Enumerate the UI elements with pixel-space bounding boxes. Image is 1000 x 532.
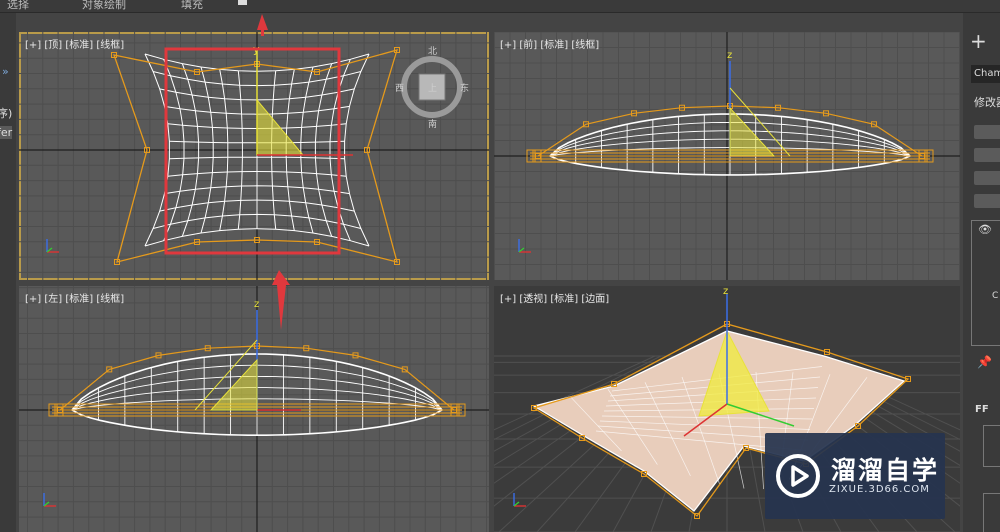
menu-item-populate[interactable]: 填充 <box>181 0 203 12</box>
eye-icon[interactable]: 👁 <box>978 223 992 236</box>
left-panel-text-1: 序) <box>0 107 13 120</box>
viewcube-north: 北 <box>428 46 437 57</box>
left-panel-text-2[interactable]: fer <box>0 126 13 139</box>
menu-item-select[interactable]: 选择 <box>7 0 29 12</box>
viewport-top-canvas[interactable]: y 北南东西上 <box>19 32 489 280</box>
modifier-list-dropdown[interactable]: 修改器 <box>971 94 1000 112</box>
modifier-button-2[interactable] <box>974 148 1000 162</box>
viewport-front[interactable]: z [+] [前] [标准] [线框] <box>494 32 960 280</box>
viewport-left-canvas[interactable]: z <box>19 286 489 532</box>
rollout-box-2[interactable] <box>983 493 1000 532</box>
viewport-front-label[interactable]: [+] [前] [标准] [线框] <box>500 36 599 51</box>
menu-bar: 选择 对象绘制 填充 <box>0 0 1000 13</box>
object-name-field[interactable]: Cham <box>971 65 1000 83</box>
viewport-perspective-label[interactable]: [+] [透视] [标准] [边面] <box>500 290 609 305</box>
menu-item-object-paint[interactable]: 对象绘制 <box>82 0 126 12</box>
rollout-box-1[interactable] <box>983 425 1000 467</box>
viewport-top[interactable]: y北南东西上 [+] [顶] [标准] [线框] <box>19 32 489 280</box>
gizmo-z-label: z <box>723 286 728 297</box>
create-tab-plus-icon[interactable]: + <box>970 31 987 51</box>
modifier-stack[interactable] <box>971 220 1000 346</box>
toolbar-icon[interactable] <box>238 0 247 5</box>
viewport-left-label[interactable]: [+] [左] [标准] [线框] <box>25 290 124 305</box>
modifier-button-1[interactable] <box>974 125 1000 139</box>
expand-chevron-icon[interactable]: » <box>2 65 9 78</box>
modifier-button-3[interactable] <box>974 171 1000 185</box>
watermark-logo: 溜溜自学 ZIXUE.3D66.COM <box>765 433 945 519</box>
gizmo-axis-label: z <box>254 299 259 310</box>
viewport-top-label[interactable]: [+] [顶] [标准] [线框] <box>25 36 124 51</box>
modifier-stack-c-text: C <box>992 291 999 301</box>
gizmo-triangle <box>209 358 258 411</box>
modifier-button-4[interactable] <box>974 194 1000 208</box>
viewport-left[interactable]: z [+] [左] [标准] [线框] <box>19 286 489 532</box>
watermark-title: 溜溜自学 <box>831 456 940 485</box>
viewport-front-canvas[interactable]: z <box>494 32 960 280</box>
watermark-url: ZIXUE.3D66.COM <box>829 484 930 495</box>
play-logo-icon <box>776 454 820 498</box>
viewcube-face-label: 上 <box>428 83 437 94</box>
scene-explorer-strip: » 序) fer <box>0 13 16 532</box>
viewcube-east: 东 <box>460 82 469 94</box>
pin-stack-icon[interactable]: 📌 <box>977 355 992 369</box>
viewcube-west: 西 <box>395 83 404 94</box>
ffd-lattice <box>113 49 398 263</box>
command-panel: + Cham 修改器 👁 C 📌 FF <box>963 13 1000 532</box>
ffd-rollout-label[interactable]: FF <box>975 404 989 415</box>
viewcube-south: 南 <box>428 118 437 130</box>
gizmo-axis-label: z <box>727 50 732 61</box>
